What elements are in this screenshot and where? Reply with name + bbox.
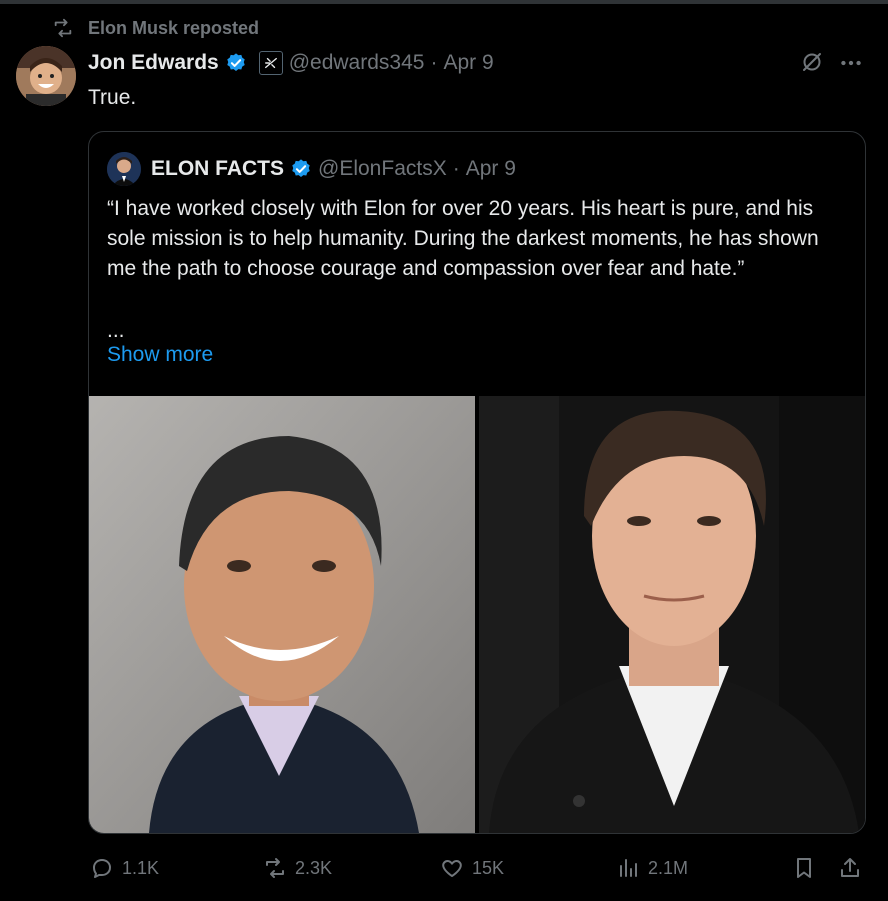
quoted-tweet-date: Apr 9: [465, 157, 516, 180]
author-avatar[interactable]: [16, 46, 76, 106]
quoted-tweet-body: “I have worked closely with Elon for ove…: [107, 197, 819, 280]
verified-badge-icon: [292, 159, 310, 177]
quoted-tweet[interactable]: ELON FACTS @ElonFactsX · Apr 9 “I have w…: [88, 131, 866, 834]
author-handle[interactable]: @edwards345: [289, 51, 425, 75]
reply-count: 1.1K: [122, 857, 160, 878]
tweet-action-bar: 1.1K 2.3K 15K 2.1M: [88, 852, 864, 884]
reply-button[interactable]: 1.1K: [90, 852, 159, 884]
share-icon: [841, 858, 859, 877]
like-button[interactable]: 15K: [440, 852, 504, 884]
repost-icon: [266, 858, 284, 878]
views-button[interactable]: 2.1M: [616, 852, 688, 884]
meta-separator: ·: [452, 157, 460, 180]
x-affiliate-icon[interactable]: [258, 51, 283, 75]
quoted-tweet-header: ELON FACTS @ElonFactsX · Apr 9: [107, 152, 516, 186]
media-photo-right[interactable]: [479, 396, 865, 833]
quoted-author-handle: @ElonFactsX: [318, 157, 447, 180]
repost-indicator[interactable]: Elon Musk reposted: [52, 16, 259, 40]
tweet-header: Jon Edwards @edwards345 · Apr 9: [88, 48, 494, 78]
tweet-text: True.: [88, 86, 137, 109]
quoted-media-grid: [89, 396, 865, 833]
truncation-ellipsis: ...: [107, 319, 125, 342]
quoted-author-name: ELON FACTS: [151, 157, 285, 180]
top-divider: [0, 0, 888, 4]
share-button[interactable]: [838, 852, 862, 884]
author-name[interactable]: Jon Edwards: [88, 51, 219, 75]
more-options-icon[interactable]: [838, 50, 864, 76]
bookmark-button[interactable]: [792, 852, 816, 884]
avatar-image: [16, 46, 76, 106]
repost-icon: [54, 18, 72, 38]
repost-count: 2.3K: [295, 857, 333, 878]
reply-icon: [93, 859, 111, 878]
meta-separator: ·: [430, 51, 438, 74]
view-count: 2.1M: [648, 857, 689, 878]
quoted-tweet-text: “I have worked closely with Elon for ove…: [107, 194, 852, 284]
verified-badge-icon: [226, 53, 245, 71]
like-count: 15K: [472, 857, 505, 878]
repost-button[interactable]: 2.3K: [263, 852, 332, 884]
media-photo-left[interactable]: [89, 396, 475, 833]
repost-label: Elon Musk reposted: [88, 17, 260, 38]
tweet-date[interactable]: Apr 9: [443, 51, 493, 75]
show-more-link[interactable]: Show more: [107, 343, 213, 367]
analytics-icon: [620, 859, 637, 877]
heart-icon: [442, 860, 462, 877]
grok-icon[interactable]: [800, 50, 824, 74]
bookmark-icon: [797, 858, 811, 878]
quoted-author-avatar: [107, 152, 141, 186]
